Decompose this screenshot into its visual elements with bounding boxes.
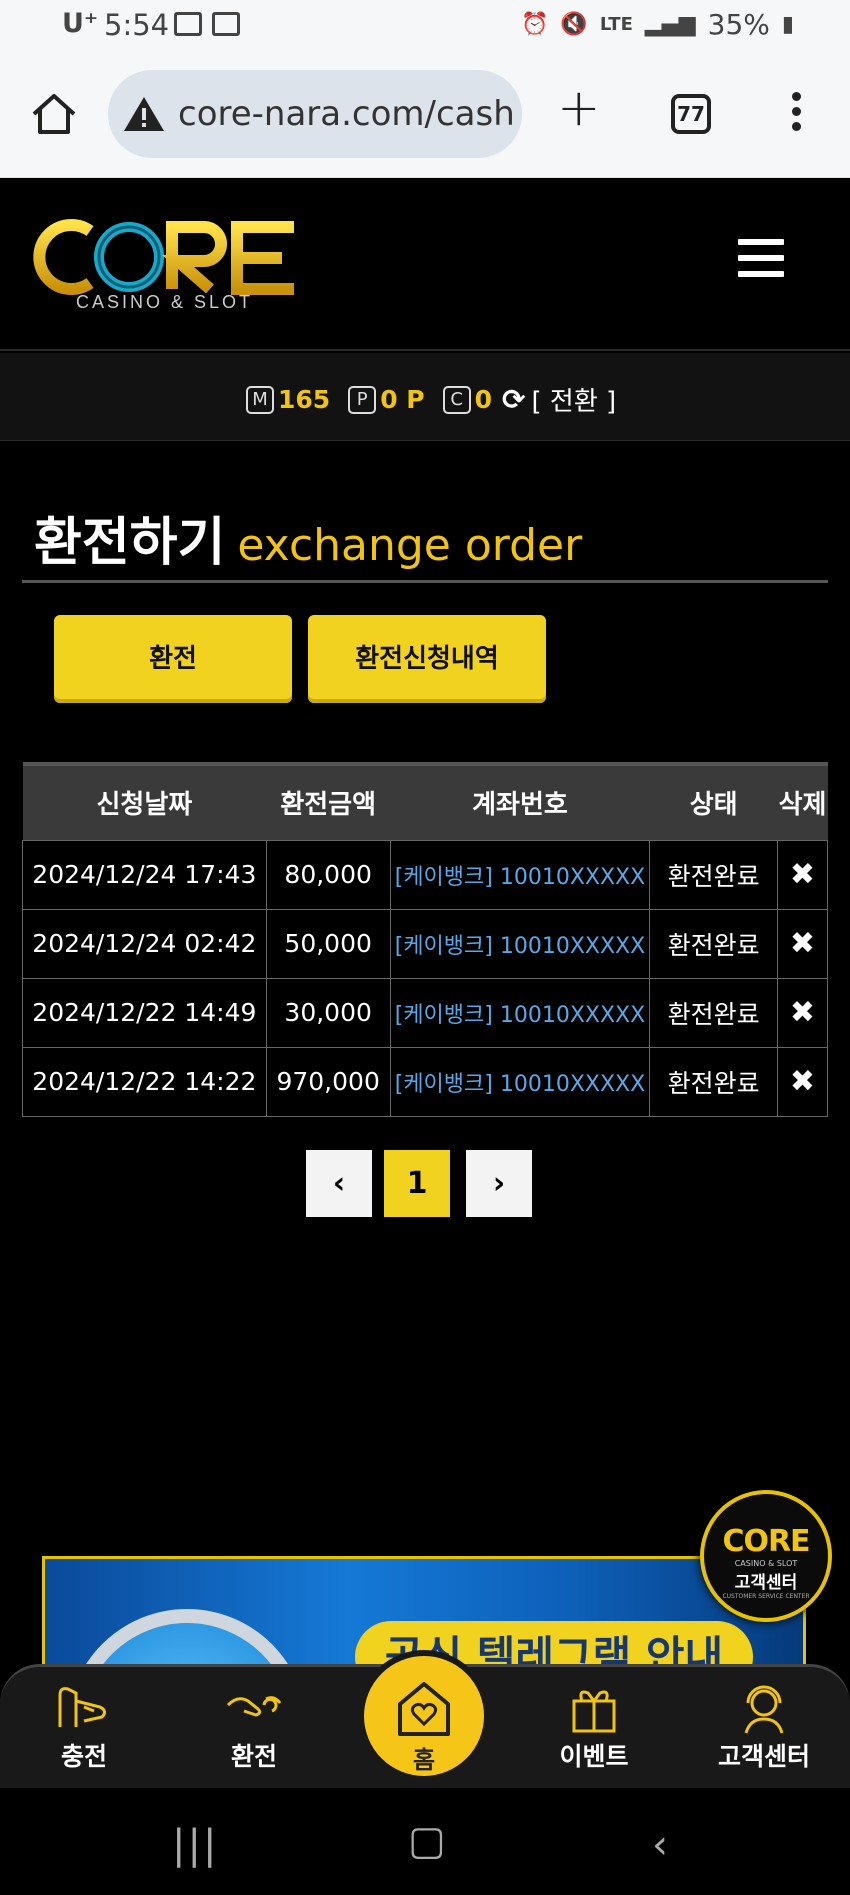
cs-en: CUSTOMER SERVICE CENTER: [722, 1593, 810, 1600]
hamburger-menu-button[interactable]: [738, 239, 784, 277]
table-row: 2024/12/24 02:42 50,000 [케이뱅크] 10010XXXX…: [22, 908, 829, 979]
coin-balance: 0: [474, 385, 493, 414]
page-title: 환전하기 exchange order: [34, 500, 582, 575]
image-icon: [212, 12, 240, 36]
col-delete-header: 삭제: [777, 762, 828, 840]
nav-exchange-label: 환전: [230, 1742, 277, 1771]
row-amount: 30,000: [265, 977, 391, 1048]
page-title-en: exchange order: [237, 520, 583, 571]
point-icon: P: [348, 385, 377, 414]
row-amount: 970,000: [265, 1046, 391, 1117]
table-row: 2024/12/22 14:22 970,000 [케이뱅크] 10010XXX…: [22, 1046, 829, 1117]
logo-subtitle: CASINO & SLOT: [76, 292, 254, 312]
delete-icon[interactable]: ✖: [776, 908, 829, 979]
cs-label: 고객센터: [734, 1573, 798, 1593]
cs-logo: CORE: [722, 1524, 810, 1559]
nav-support[interactable]: 고객센터: [704, 1667, 824, 1773]
headset-icon: [744, 1685, 784, 1734]
signal-icon: ▂▄▆: [644, 12, 696, 37]
row-account: [케이뱅크] 10010XXXXX: [389, 908, 651, 979]
row-amount: 80,000: [265, 839, 391, 910]
home-system-button[interactable]: ▢: [408, 1818, 446, 1864]
customer-center-float-button[interactable]: CORE CASINO & SLOT 고객센터 CUSTOMER SERVICE…: [700, 1490, 832, 1622]
status-bar: U⁺ 5:54 ⏰ 🔇 LTE ▂▄▆ 35% ▮: [0, 0, 850, 50]
col-amount-header: 환전금액: [266, 762, 391, 840]
delete-icon[interactable]: ✖: [776, 1046, 829, 1117]
delete-icon[interactable]: ✖: [776, 977, 829, 1048]
row-date: 2024/12/22 14:22: [22, 1046, 267, 1117]
nav-event[interactable]: 이벤트: [534, 1667, 654, 1773]
current-page-button[interactable]: 1: [384, 1150, 450, 1217]
recents-button[interactable]: |||: [172, 1822, 218, 1868]
col-account-header: 계좌번호: [390, 762, 650, 840]
site-header: CASINO & SLOT: [0, 179, 850, 351]
refresh-icon[interactable]: ⟳: [502, 383, 525, 416]
gift-icon: [572, 1690, 616, 1733]
row-status: 환전완료: [649, 977, 778, 1048]
table-header-row: 신청날짜 환전금액 계좌번호 상태 삭제: [22, 762, 828, 840]
row-status: 환전완료: [649, 839, 778, 910]
system-nav-bar: ||| ▢ ‹: [0, 1788, 850, 1895]
exchange-icon: [226, 1696, 282, 1717]
table-row: 2024/12/24 17:43 80,000 [케이뱅크] 10010XXXX…: [22, 839, 829, 910]
delete-icon[interactable]: ✖: [776, 839, 829, 910]
exchange-tab-button[interactable]: 환전: [54, 615, 292, 703]
col-date-header: 신청날짜: [22, 762, 267, 840]
warning-icon[interactable]: [122, 94, 166, 134]
table-row: 2024/12/22 14:49 30,000 [케이뱅크] 10010XXXX…: [22, 977, 829, 1048]
nav-event-label: 이벤트: [559, 1742, 629, 1771]
nav-deposit[interactable]: 충전: [24, 1667, 144, 1773]
back-button[interactable]: ‹: [652, 1822, 668, 1868]
clock: 5:54: [104, 8, 170, 42]
browser-toolbar: core-nara.com/cash + 77: [0, 50, 850, 178]
status-icons: ⏰ 🔇 LTE ▂▄▆ 35% ▮: [521, 8, 794, 41]
browser-menu-button[interactable]: [788, 92, 804, 136]
voicemail-icon: [174, 12, 202, 36]
row-status: 환전완료: [649, 908, 778, 979]
tab-count-button[interactable]: 77: [671, 94, 711, 134]
row-account: [케이뱅크] 10010XXXXX: [389, 977, 651, 1048]
money-icon: M: [246, 385, 274, 414]
convert-link[interactable]: [ 전환 ]: [531, 381, 616, 418]
home-heart-icon: [398, 1682, 450, 1736]
nav-deposit-label: 충전: [60, 1742, 107, 1771]
mute-icon: 🔇: [560, 12, 588, 37]
col-status-header: 상태: [649, 762, 778, 840]
row-date: 2024/12/24 17:43: [22, 839, 267, 910]
nav-exchange[interactable]: 환전: [194, 1667, 314, 1773]
battery-icon: ▮: [781, 12, 794, 37]
row-account: [케이뱅크] 10010XXXXX: [389, 839, 651, 910]
cs-sub: CASINO & SLOT: [734, 1559, 798, 1568]
balance-bar: M 165 P 0 P C 0 ⟳ [ 전환 ]: [0, 353, 850, 441]
next-page-button[interactable]: ›: [466, 1150, 532, 1217]
prev-page-button[interactable]: ‹: [306, 1150, 372, 1217]
money-balance: 165: [278, 385, 331, 414]
address-bar[interactable]: core-nara.com/cash: [108, 70, 522, 158]
row-account: [케이뱅크] 10010XXXXX: [389, 1046, 651, 1117]
nav-support-label: 고객센터: [717, 1742, 810, 1771]
nav-home-button[interactable]: 홈: [358, 1650, 490, 1782]
title-divider: [22, 580, 828, 583]
url-text[interactable]: core-nara.com/cash: [178, 94, 515, 134]
coin-icon: C: [442, 385, 471, 414]
carrier-label: U⁺: [62, 8, 99, 39]
home-icon[interactable]: [30, 92, 78, 136]
nav-home-label: 홈: [412, 1746, 436, 1774]
exchange-history-table: 신청날짜 환전금액 계좌번호 상태 삭제 2024/12/24 17:43 80…: [22, 762, 829, 1117]
alarm-icon: ⏰: [521, 12, 549, 37]
network-label: LTE: [599, 14, 633, 35]
row-date: 2024/12/24 02:42: [22, 908, 267, 979]
page-title-ko: 환전하기: [34, 513, 226, 573]
row-amount: 50,000: [265, 908, 391, 979]
point-balance: 0 P: [380, 385, 425, 414]
exchange-history-tab-button[interactable]: 환전신청내역: [308, 615, 546, 703]
row-status: 환전완료: [649, 1046, 778, 1117]
row-date: 2024/12/22 14:49: [22, 977, 267, 1048]
deposit-icon: [58, 1687, 107, 1727]
new-tab-button[interactable]: +: [557, 82, 601, 134]
battery-percent: 35%: [707, 8, 770, 41]
